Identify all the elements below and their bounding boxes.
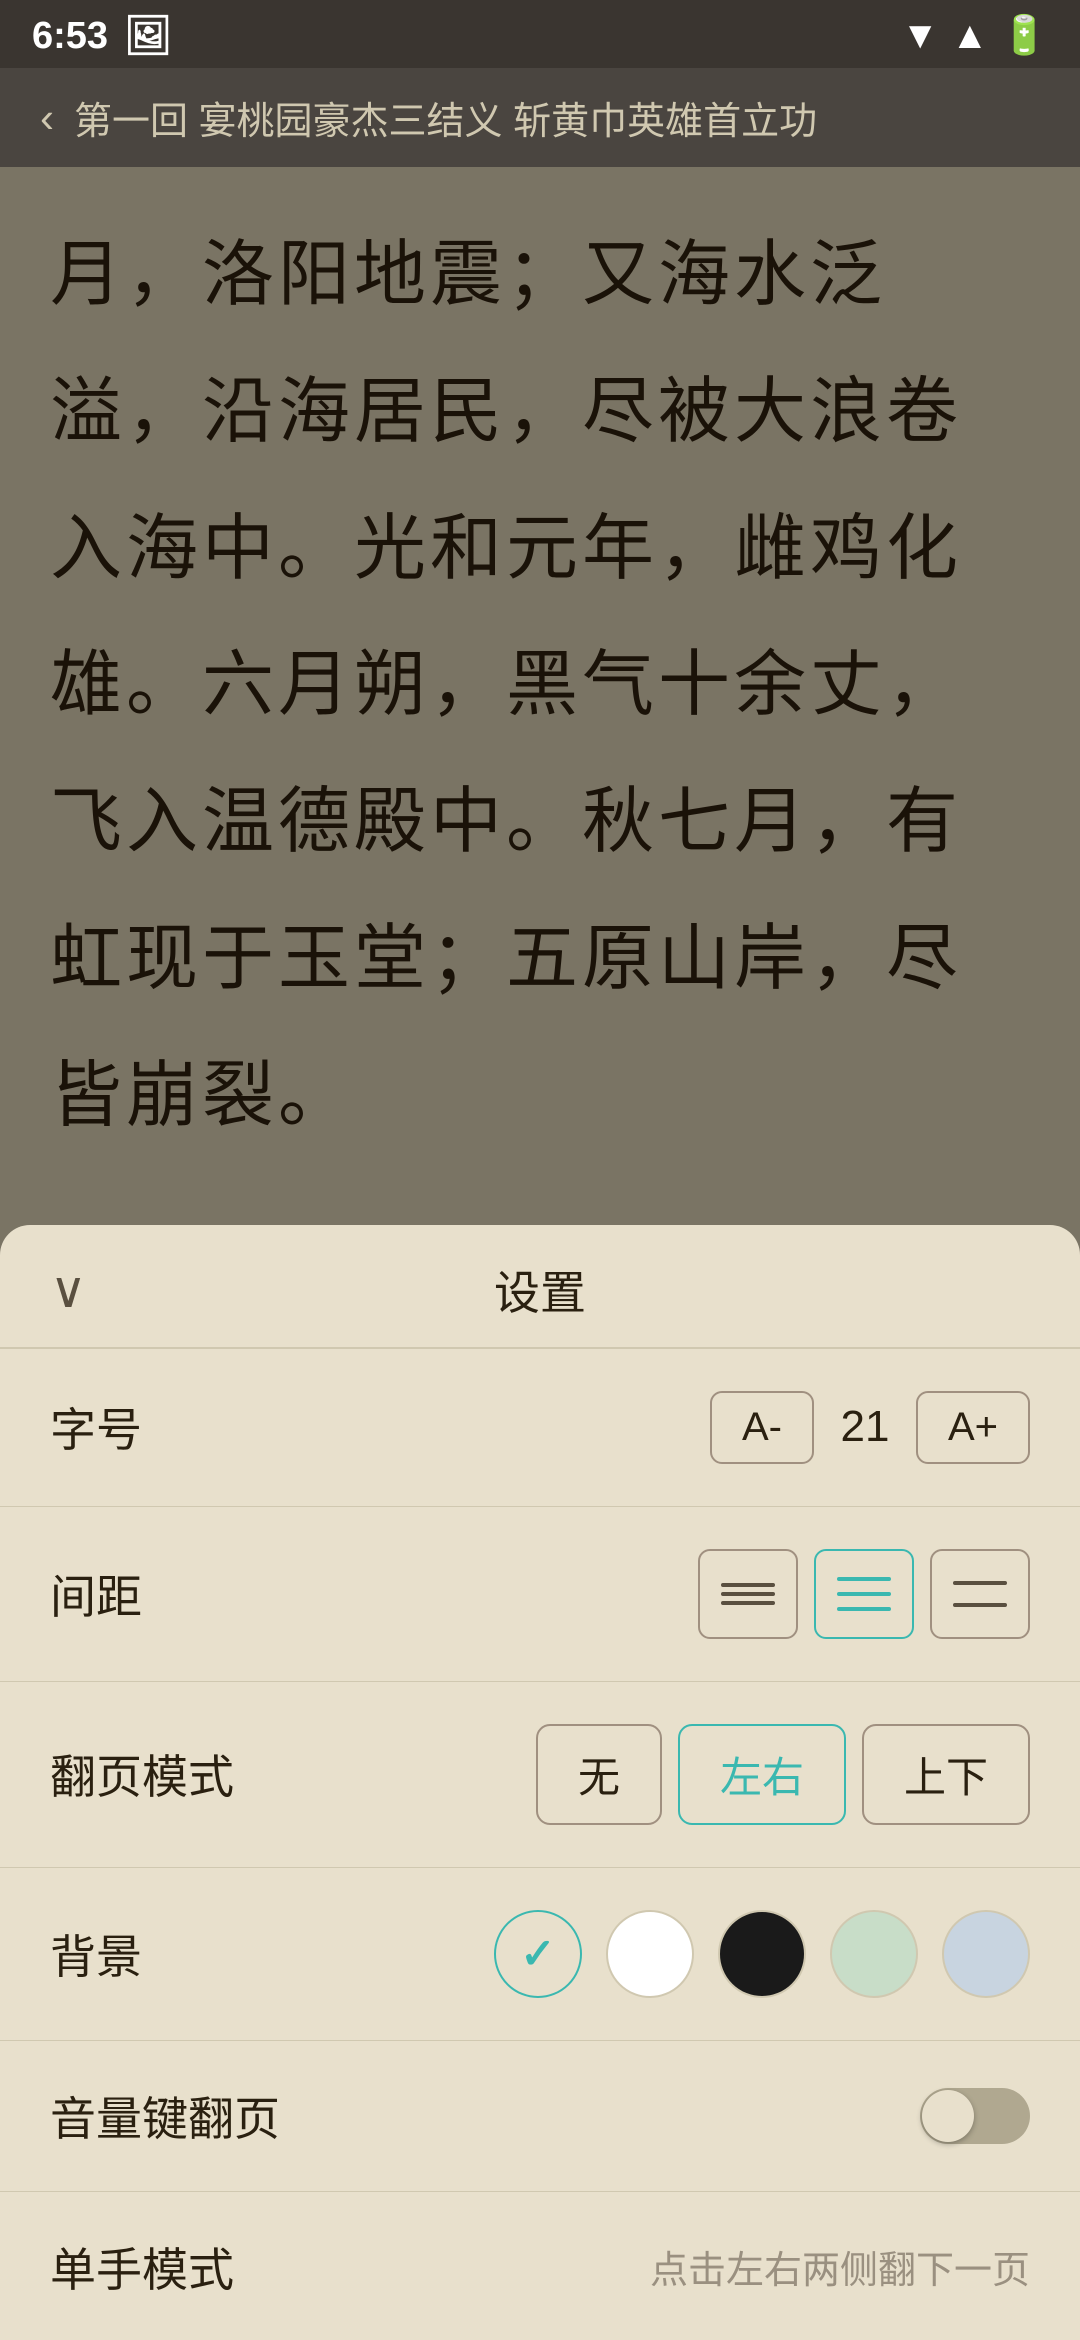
single-hand-label: 单手模式 xyxy=(50,2234,234,2300)
status-left: 6:53 🖼 xyxy=(32,14,172,58)
swatch-green[interactable] xyxy=(830,1910,918,1998)
chapter-title: 第一回 宴桃园豪杰三结义 斩黄巾英雄首立功 xyxy=(74,90,817,145)
spacing-medium-button[interactable] xyxy=(814,1549,914,1639)
font-increase-button[interactable]: A+ xyxy=(916,1391,1030,1464)
line2 xyxy=(837,1592,891,1596)
medium-lines-icon xyxy=(837,1577,891,1611)
font-size-label: 字号 xyxy=(50,1394,142,1460)
status-right: ▼ ▲ 🔋 xyxy=(901,14,1048,58)
swatch-black[interactable] xyxy=(718,1910,806,1998)
close-settings-button[interactable]: ∨ xyxy=(50,1261,87,1319)
settings-header: ∨ 设置 xyxy=(0,1225,1080,1349)
spacing-row: 间距 xyxy=(0,1507,1080,1682)
page-mode-none-button[interactable]: 无 xyxy=(536,1724,662,1825)
tight-lines-icon xyxy=(721,1583,775,1605)
volume-flip-toggle[interactable] xyxy=(920,2088,1030,2144)
background-swatches xyxy=(494,1910,1030,1998)
swatch-white[interactable] xyxy=(606,1910,694,1998)
font-decrease-button[interactable]: A- xyxy=(710,1391,814,1464)
back-button[interactable]: ‹ xyxy=(40,94,54,142)
chapter-header: ‹ 第一回 宴桃园豪杰三结义 斩黄巾英雄首立功 xyxy=(0,68,1080,167)
swatch-beige[interactable] xyxy=(494,1910,582,1998)
reading-text: 月，洛阳地震；又海水泛溢，沿海居民，尽被大浪卷入海中。光和元年，雌鸡化雄。六月朔… xyxy=(50,207,1030,1165)
line3 xyxy=(721,1601,775,1605)
wifi-icon: ▼ xyxy=(901,15,939,58)
background-label: 背景 xyxy=(50,1921,142,1987)
page-mode-controls: 无 左右 上下 xyxy=(536,1724,1030,1825)
line1 xyxy=(953,1581,1007,1585)
page-mode-label: 翻页模式 xyxy=(50,1741,234,1807)
status-bar: 6:53 🖼 ▼ ▲ 🔋 xyxy=(0,0,1080,68)
status-time: 6:53 xyxy=(32,15,108,58)
swatch-blue[interactable] xyxy=(942,1910,1030,1998)
single-hand-row: 单手模式 点击左右两侧翻下一页 xyxy=(0,2192,1080,2320)
line1 xyxy=(837,1577,891,1581)
settings-title: 设置 xyxy=(494,1257,586,1323)
single-hand-hint: 点击左右两侧翻下一页 xyxy=(650,2239,1030,2294)
page-mode-row: 翻页模式 无 左右 上下 xyxy=(0,1682,1080,1868)
loose-lines-icon xyxy=(953,1581,1007,1607)
battery-icon: 🔋 xyxy=(1001,14,1048,58)
toggle-knob xyxy=(922,2090,974,2142)
volume-flip-toggle-container xyxy=(920,2088,1030,2144)
font-size-row: 字号 A- 21 A+ xyxy=(0,1349,1080,1507)
image-icon: 🖼 xyxy=(124,14,172,58)
spacing-tight-button[interactable] xyxy=(698,1549,798,1639)
line3 xyxy=(837,1607,891,1611)
page-mode-lr-button[interactable]: 左右 xyxy=(678,1724,846,1825)
reading-content: 月，洛阳地震；又海水泛溢，沿海居民，尽被大浪卷入海中。光和元年，雌鸡化雄。六月朔… xyxy=(0,167,1080,1225)
background-row: 背景 xyxy=(0,1868,1080,2041)
line2 xyxy=(721,1592,775,1596)
spacing-controls xyxy=(698,1549,1030,1639)
settings-panel: ∨ 设置 字号 A- 21 A+ 间距 xyxy=(0,1225,1080,2340)
line2 xyxy=(953,1603,1007,1607)
line1 xyxy=(721,1583,775,1587)
spacing-loose-button[interactable] xyxy=(930,1549,1030,1639)
volume-flip-label: 音量键翻页 xyxy=(50,2083,280,2149)
volume-flip-row: 音量键翻页 xyxy=(0,2041,1080,2192)
font-size-value: 21 xyxy=(830,1402,900,1452)
font-size-controls: A- 21 A+ xyxy=(710,1391,1030,1464)
signal-icon: ▲ xyxy=(951,15,989,58)
spacing-label: 间距 xyxy=(50,1561,142,1627)
page-mode-ud-button[interactable]: 上下 xyxy=(862,1724,1030,1825)
